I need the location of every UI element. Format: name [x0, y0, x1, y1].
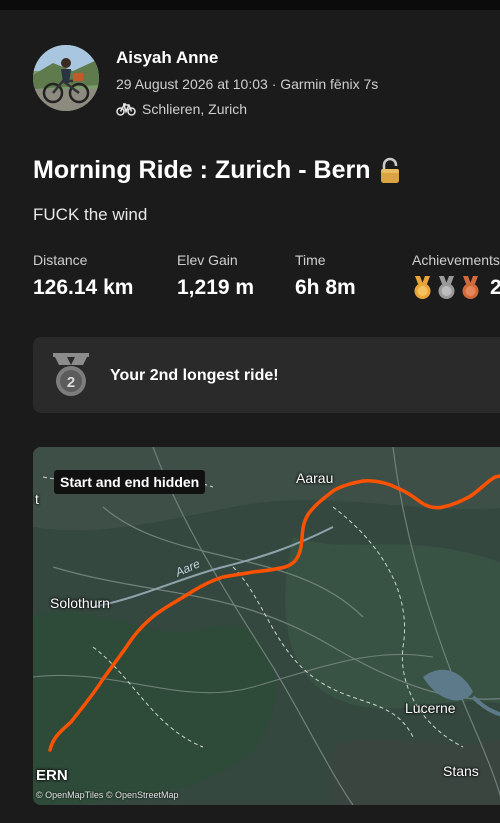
map-label-bern: ERN	[36, 767, 68, 784]
stat-elevation-label: Elev Gain	[177, 252, 238, 268]
map-label-aarau: Aarau	[296, 470, 334, 486]
achievements-row: 29	[412, 275, 500, 301]
activity-location-row: Schlieren, Zurich	[116, 101, 247, 117]
map-attribution[interactable]: © OpenMapTiles © OpenStreetMap	[36, 790, 179, 800]
lock-icon	[380, 157, 399, 183]
activity-location: Schlieren, Zurich	[142, 101, 248, 117]
stat-achievements[interactable]: Achievements 29	[412, 252, 500, 301]
athlete-name[interactable]: Aisyah Anne	[116, 48, 218, 68]
avatar[interactable]	[33, 45, 99, 111]
stat-elevation: Elev Gain 1,219 m	[177, 252, 254, 300]
stat-distance-label: Distance	[33, 252, 88, 268]
map-label-solothurn: Solothurn	[50, 595, 110, 611]
gold-medal-icon	[414, 276, 431, 299]
stat-achievements-label: Achievements	[412, 252, 500, 268]
map-label-stans: Stans	[443, 763, 479, 779]
start-end-hidden-chip: Start and end hidden	[54, 470, 206, 494]
status-bar	[0, 0, 500, 10]
stat-time-value: 6h 8m	[295, 276, 356, 299]
activity-title: Morning Ride : Zurich - Bern	[33, 156, 371, 184]
map-label-edge: t	[35, 491, 39, 507]
stat-achievements-value: 29	[490, 276, 500, 299]
silver-medal-icon: 2	[53, 353, 89, 396]
bronze-medal-icon	[462, 276, 479, 299]
avatar-photo	[33, 45, 99, 111]
map-label-lucerne: Lucerne	[405, 700, 456, 716]
activity-description: FUCK the wind	[33, 205, 148, 224]
stat-distance-value: 126.14 km	[33, 276, 134, 299]
activity-date-device: 29 August 2026 at 10:03 · Garmin fēnix 7…	[116, 76, 379, 92]
bike-icon	[116, 103, 136, 116]
silver-medal-icon	[438, 276, 455, 299]
stat-distance: Distance 126.14 km	[33, 252, 133, 300]
route-map[interactable]: Start and end hidden t Aarau Aare Soloth…	[33, 447, 500, 805]
activity-title-row: Morning Ride : Zurich - Bern	[33, 156, 401, 185]
stat-time: Time 6h 8m	[295, 252, 356, 300]
highlight-medal-rank: 2	[67, 374, 75, 391]
stat-elevation-value: 1,219 m	[177, 276, 255, 299]
highlight-card[interactable]: 2 Your 2nd longest ride!	[33, 337, 500, 413]
stat-time-label: Time	[295, 252, 326, 268]
map-tiles	[33, 447, 500, 805]
highlight-text: Your 2nd longest ride!	[110, 367, 279, 384]
